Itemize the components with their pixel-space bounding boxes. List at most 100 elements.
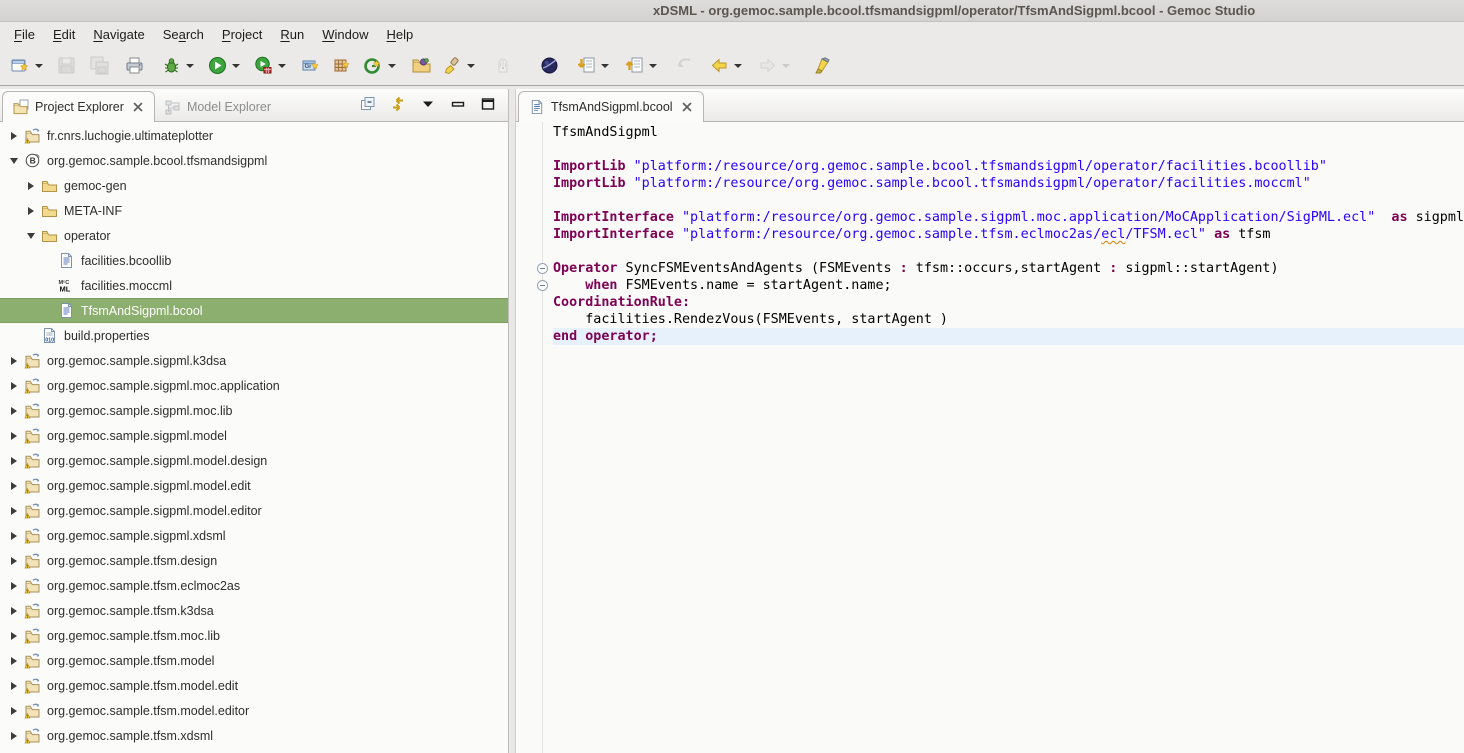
debug-button[interactable]: [158, 51, 198, 81]
open-model-folder-button[interactable]: [408, 51, 435, 81]
code-line-12[interactable]: facilities.RendezVous(FSMEvents, startAg…: [516, 311, 1464, 328]
tree-item-org-gemoc-sample-tfsm-model[interactable]: org.gemoc.sample.tfsm.model: [0, 648, 508, 673]
code-editor[interactable]: TfsmAndSigpml ImportLib "platform:/resour…: [516, 122, 1464, 753]
highlighter-button[interactable]: [808, 51, 835, 81]
menu-file[interactable]: File: [5, 24, 44, 45]
chevron-collapsed-icon[interactable]: [6, 582, 22, 590]
chevron-collapsed-icon[interactable]: [6, 507, 22, 515]
close-icon[interactable]: [681, 101, 693, 113]
code-line-1[interactable]: TfsmAndSigpml: [516, 124, 1464, 141]
tree-item-org-gemoc-sample-sigpml-model[interactable]: org.gemoc.sample.sigpml.model: [0, 423, 508, 448]
chevron-expanded-icon[interactable]: [23, 233, 39, 239]
tree-item-facilities-moccml[interactable]: MᶜCMLfacilities.moccml: [0, 273, 508, 298]
next-annotation-button[interactable]: [573, 51, 613, 81]
tree-item-org-gemoc-sample-sigpml-model-editor[interactable]: org.gemoc.sample.sigpml.model.editor: [0, 498, 508, 523]
chevron-collapsed-icon[interactable]: [6, 357, 22, 365]
tree-item-org-gemoc-sample-tfsm-k3dsa[interactable]: org.gemoc.sample.tfsm.k3dsa: [0, 598, 508, 623]
run-button[interactable]: [204, 51, 244, 81]
chevron-collapsed-icon[interactable]: [6, 557, 22, 565]
new-package-button[interactable]: [329, 51, 356, 81]
tab-model-explorer[interactable]: Model Explorer: [155, 92, 281, 121]
search-brush-button[interactable]: [439, 51, 479, 81]
project-tree[interactable]: fr.cnrs.luchogie.ultimateplotterBorg.gem…: [0, 122, 508, 753]
code-line-5[interactable]: [516, 192, 1464, 209]
minimize-icon[interactable]: [450, 96, 466, 112]
dropdown-caret-icon[interactable]: [186, 64, 194, 68]
web-browser-button[interactable]: [536, 51, 563, 81]
menu-window[interactable]: Window: [313, 24, 377, 45]
code-line-6[interactable]: ImportInterface "platform:/resource/org.…: [516, 209, 1464, 226]
previous-annotation-button[interactable]: [621, 51, 661, 81]
tree-item-org-gemoc-sample-sigpml-k3dsa[interactable]: org.gemoc.sample.sigpml.k3dsa: [0, 348, 508, 373]
tree-item-tfsmandsigpml-bcool[interactable]: TfsmAndSigpml.bcool: [0, 298, 508, 323]
chevron-collapsed-icon[interactable]: [23, 182, 39, 190]
back-button[interactable]: [706, 51, 746, 81]
code-line-8[interactable]: [516, 243, 1464, 260]
chevron-collapsed-icon[interactable]: [6, 657, 22, 665]
tree-item-meta-inf[interactable]: META-INF: [0, 198, 508, 223]
chevron-collapsed-icon[interactable]: [6, 682, 22, 690]
chevron-collapsed-icon[interactable]: [6, 482, 22, 490]
menu-run[interactable]: Run: [271, 24, 313, 45]
new-wizard-button[interactable]: [7, 51, 47, 81]
dropdown-caret-icon[interactable]: [388, 64, 396, 68]
tree-item-org-gemoc-sample-sigpml-moc-lib[interactable]: org.gemoc.sample.sigpml.moc.lib: [0, 398, 508, 423]
menu-navigate[interactable]: Navigate: [84, 24, 153, 45]
tab-tfsmandsigpml-bcool[interactable]: TfsmAndSigpml.bcool: [518, 91, 704, 122]
menu-edit[interactable]: Edit: [44, 24, 84, 45]
chevron-collapsed-icon[interactable]: [6, 382, 22, 390]
tree-item-org-gemoc-sample-sigpml-model-edit[interactable]: org.gemoc.sample.sigpml.model.edit: [0, 473, 508, 498]
dropdown-caret-icon[interactable]: [734, 64, 742, 68]
code-line-7[interactable]: ImportInterface "platform:/resource/org.…: [516, 226, 1464, 243]
code-line-10[interactable]: when FSMEvents.name = startAgent.name;: [516, 277, 1464, 294]
tree-item-org-gemoc-sample-tfsm-xdsml[interactable]: org.gemoc.sample.tfsm.xdsml: [0, 723, 508, 748]
dropdown-caret-icon[interactable]: [467, 64, 475, 68]
close-icon[interactable]: [132, 101, 144, 113]
fold-marker-gutter[interactable]: [516, 277, 553, 294]
tree-item-facilities-bcoollib[interactable]: facilities.bcoollib: [0, 248, 508, 273]
print-button[interactable]: [121, 51, 148, 81]
code-line-13[interactable]: end operator;: [516, 328, 1464, 345]
code-line-2[interactable]: [516, 141, 1464, 158]
tree-item-org-gemoc-sample-tfsm-moc-lib[interactable]: org.gemoc.sample.tfsm.moc.lib: [0, 623, 508, 648]
fold-marker-gutter[interactable]: [516, 260, 553, 277]
tree-item-org-gemoc-sample-tfsm-design[interactable]: org.gemoc.sample.tfsm.design: [0, 548, 508, 573]
chevron-collapsed-icon[interactable]: [6, 457, 22, 465]
collapse-all-icon[interactable]: [360, 96, 376, 112]
code-line-3[interactable]: ImportLib "platform:/resource/org.gemoc.…: [516, 158, 1464, 175]
chevron-collapsed-icon[interactable]: [6, 132, 22, 140]
link-with-editor-icon[interactable]: [390, 96, 406, 112]
chevron-collapsed-icon[interactable]: [6, 732, 22, 740]
tree-item-org-gemoc-sample-sigpml-moc-application[interactable]: org.gemoc.sample.sigpml.moc.application: [0, 373, 508, 398]
tree-item-operator[interactable]: operator: [0, 223, 508, 248]
chevron-collapsed-icon[interactable]: [6, 407, 22, 415]
menu-help[interactable]: Help: [377, 24, 422, 45]
tree-item-org-gemoc-sample-tfsm-model-editor[interactable]: org.gemoc.sample.tfsm.model.editor: [0, 698, 508, 723]
tree-item-org-gemoc-sample-tfsm-model-edit[interactable]: org.gemoc.sample.tfsm.model.edit: [0, 673, 508, 698]
maximize-icon[interactable]: [480, 96, 496, 112]
fold-collapse-icon[interactable]: [537, 263, 548, 274]
tab-project-explorer[interactable]: Project Explorer: [2, 91, 155, 122]
dropdown-caret-icon[interactable]: [35, 64, 43, 68]
code-line-4[interactable]: ImportLib "platform:/resource/org.gemoc.…: [516, 175, 1464, 192]
run-external-tools-button[interactable]: [250, 51, 290, 81]
chevron-collapsed-icon[interactable]: [6, 607, 22, 615]
tree-item-org-gemoc-sample-bcool-tfsmandsigpml[interactable]: Borg.gemoc.sample.bcool.tfsmandsigpml: [0, 148, 508, 173]
tree-item-org-gemoc-sample-sigpml-model-design[interactable]: org.gemoc.sample.sigpml.model.design: [0, 448, 508, 473]
chevron-collapsed-icon[interactable]: [6, 532, 22, 540]
menu-project[interactable]: Project: [213, 24, 271, 45]
code-line-9[interactable]: Operator SyncFSMEventsAndAgents (FSMEven…: [516, 260, 1464, 277]
code-line-11[interactable]: CoordinationRule:: [516, 294, 1464, 311]
tree-item-build-properties[interactable]: 010build.properties: [0, 323, 508, 348]
chevron-collapsed-icon[interactable]: [6, 432, 22, 440]
dropdown-caret-icon[interactable]: [601, 64, 609, 68]
tree-item-org-gemoc-sample-sigpml-xdsml[interactable]: org.gemoc.sample.sigpml.xdsml: [0, 523, 508, 548]
fold-collapse-icon[interactable]: [537, 280, 548, 291]
view-menu-icon[interactable]: [420, 96, 436, 112]
new-gemoc-language-button[interactable]: [360, 51, 400, 81]
dropdown-caret-icon[interactable]: [649, 64, 657, 68]
chevron-collapsed-icon[interactable]: [6, 632, 22, 640]
dropdown-caret-icon[interactable]: [232, 64, 240, 68]
tree-item-org-gemoc-sample-tfsm-eclmoc2as[interactable]: org.gemoc.sample.tfsm.eclmoc2as: [0, 573, 508, 598]
tree-item-fr-cnrs-luchogie-ultimateplotter[interactable]: fr.cnrs.luchogie.ultimateplotter: [0, 123, 508, 148]
